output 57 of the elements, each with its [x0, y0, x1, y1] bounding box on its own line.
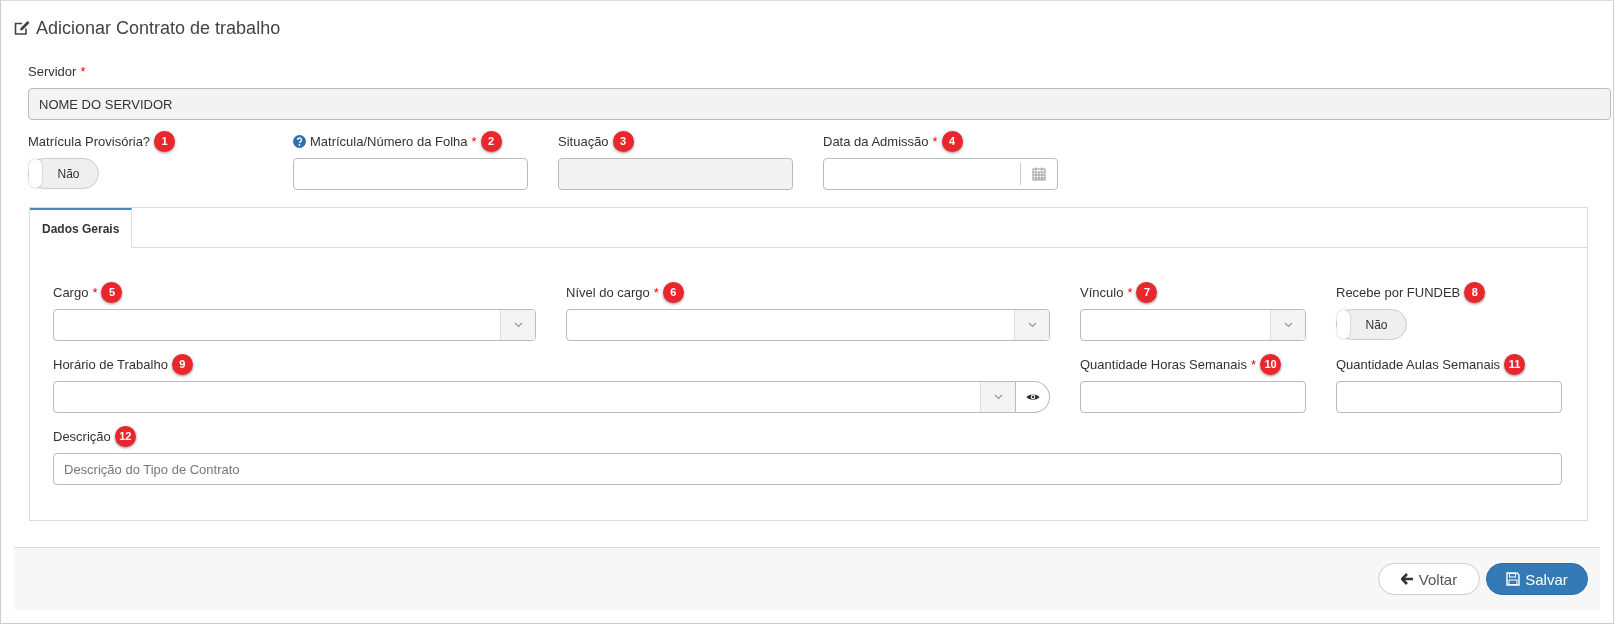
caret-icon — [993, 394, 1003, 400]
field-label: Horário de Trabalho — [53, 356, 168, 372]
field-label: Cargo — [53, 284, 89, 300]
date-field[interactable] — [823, 158, 1058, 190]
calendar-icon[interactable] — [1032, 167, 1046, 181]
toggle-switch[interactable]: Não — [1336, 309, 1407, 340]
field-label: Quantidade Horas Semanais — [1080, 356, 1247, 372]
back-button[interactable]: Voltar — [1378, 563, 1480, 595]
required-mark: * — [92, 284, 98, 300]
step-badge: 3 — [612, 130, 634, 152]
arrow-left-icon — [1400, 573, 1414, 585]
required-mark: * — [1127, 284, 1133, 300]
toggle-switch[interactable]: Não — [28, 158, 99, 189]
field-label: Situação — [558, 133, 609, 149]
text-field[interactable] — [1336, 381, 1562, 413]
field-label: Data da Admissão — [823, 133, 929, 149]
step-badge: 7 — [1136, 281, 1158, 303]
caret-icon — [1027, 322, 1037, 328]
field-label: Vínculo — [1080, 284, 1124, 300]
step-badge: 8 — [1464, 281, 1486, 303]
field-label: Recebe por FUNDEB — [1336, 284, 1461, 300]
field-label: Matrícula Provisória? — [28, 133, 151, 149]
required-mark: * — [1250, 356, 1256, 372]
step-badge: 4 — [941, 130, 963, 152]
field-label: Servidor — [28, 63, 77, 79]
field-label: Descrição — [53, 428, 111, 444]
caret-icon — [1283, 322, 1293, 328]
step-badge: 2 — [480, 130, 502, 152]
step-badge: 9 — [171, 353, 193, 375]
step-badge: 10 — [1260, 353, 1281, 375]
text-field[interactable]: Descrição do Tipo de Contrato — [53, 453, 1562, 485]
caret-icon — [513, 322, 523, 328]
step-badge: 6 — [662, 281, 684, 303]
select-field[interactable] — [53, 381, 1016, 413]
select-field[interactable] — [1080, 309, 1306, 341]
required-mark: * — [653, 284, 659, 300]
text-field[interactable] — [1080, 381, 1306, 413]
step-badge: 5 — [101, 281, 123, 303]
select-field[interactable] — [53, 309, 536, 341]
field-label: Quantidade Aulas Semanais — [1336, 356, 1501, 372]
edit-icon — [14, 20, 31, 36]
step-badge: 11 — [1504, 353, 1526, 375]
view-button[interactable] — [1016, 381, 1050, 413]
select-field[interactable] — [566, 309, 1050, 341]
required-mark: * — [932, 133, 938, 149]
field-label: Matrícula/Número da Folha — [310, 133, 468, 149]
page-title: Adicionar Contrato de trabalho — [36, 17, 281, 39]
text-field[interactable] — [293, 158, 528, 190]
save-button[interactable]: Salvar — [1486, 563, 1588, 595]
required-mark: * — [80, 63, 86, 79]
tab[interactable]: Dados Gerais — [30, 208, 133, 248]
help-icon[interactable] — [293, 134, 306, 148]
step-badge: 12 — [114, 425, 136, 447]
required-mark: * — [471, 133, 477, 149]
eye-icon — [1025, 392, 1040, 402]
step-badge: 1 — [154, 130, 176, 152]
field-label: Nível do cargo — [566, 284, 650, 300]
